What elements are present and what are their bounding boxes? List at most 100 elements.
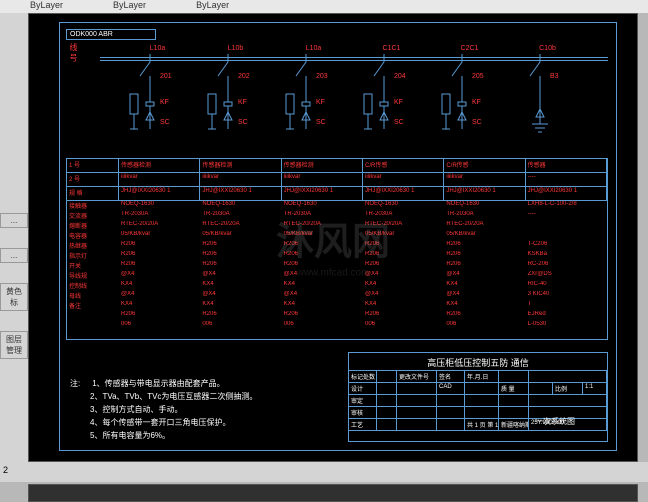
table-header-row: 规 格JHJ@IXXI20630 1JHJ@IXXI20630 1JHJ@IXX… [67,187,607,201]
circuit-top-label: L10a [276,45,351,52]
data-cell: RTEC-20/20A [282,221,363,231]
row-label: 开关 [67,261,119,271]
table-row: 交流器TR-2030ATR-2030ATR-2030ATR-2030ATR-20… [67,211,607,221]
data-cell: R206 [200,251,281,261]
circuit-top-label: L10a [120,45,195,52]
tb-cell [377,395,397,406]
data-cell: R206 [444,311,525,321]
header-cell: C/R传感 [363,159,444,172]
tb-cell: 质 量 [499,383,529,394]
tb-cell [397,407,437,418]
note-4: 4、每个传感带一套开口三角电压保护。 [90,418,230,427]
tb-cell [437,419,465,430]
data-cell: KX4 [200,301,281,311]
tb-cell [529,383,553,394]
data-cell: 3 KIC40 [526,291,607,301]
panel-item-1[interactable]: ... [0,213,28,228]
row-label: 导线规 [67,271,119,281]
data-cell: @X4 [444,271,525,281]
data-cell: R206 [119,241,200,251]
data-cell: @X4 [444,291,525,301]
tb-cell: 年.月.日 [465,371,499,382]
data-cell: TR-2030A [444,211,525,221]
svg-text:SC: SC [394,119,404,126]
data-cell: @X4 [119,291,200,301]
data-cell: 006 [444,321,525,331]
drawing-title: ODK000 ABR [66,29,156,40]
circuit-symbol: KFSC [120,54,190,149]
tb-cell: 签名 [437,371,465,382]
switch-label: B3 [550,73,559,80]
data-cell: KX4 [444,301,525,311]
data-cell: 05/KB/kvar [282,231,363,241]
data-cell: TR-2030A [363,211,444,221]
layer-combo-2[interactable]: ByLayer [113,0,146,13]
left-tool-panel: ... ... 黄色标 图层管理 [0,13,28,462]
data-cell: R206 [363,241,444,251]
data-cell: 006 [282,321,363,331]
data-cell: NOEQ-1630 [363,201,444,211]
data-cell: RTEC-20/20A [119,221,200,231]
drawing-notes: 注: 1、传感器与带电显示器由配套产品。 2、TVa、TVb、TVc为电压互感器… [70,377,330,442]
data-cell: EJRed [526,311,607,321]
note-2: 2、TVa、TVb、TVc为电压互感器二次侧抽测。 [90,392,257,401]
table-header-row: 2 号iiiikvariiiikvariiiikvariiiikvariiiik… [67,173,607,187]
row-label: 控制线 [67,281,119,291]
tb-cell [499,395,529,406]
panel-item-4[interactable]: 图层管理 [0,331,28,359]
tb-cell [465,395,499,406]
switch-label: 202 [238,73,250,80]
header-cell: JHJ@IXXI20630 1 [363,187,444,200]
data-cell [526,231,607,241]
tb-cell [499,407,529,418]
data-cell: @X4 [200,271,281,281]
circuit-top-label: C10b [510,45,585,52]
data-cell: R206 [282,261,363,271]
layer-combo-3[interactable]: ByLayer [196,0,229,13]
panel-item-3[interactable]: 黄色标 [0,283,28,311]
header-cell: ---- [526,173,607,186]
tb-cell: 标记处数 [349,371,377,382]
table-row: 开关R206R206R206R206R206RC-206 [67,261,607,271]
left-vertical-label: 线 号 [68,43,79,61]
data-cell: KSKBa [526,251,607,261]
tb-cell: 新疆喀纳斯 [499,419,529,430]
data-cell: R206 [119,311,200,321]
switch-label: 205 [472,73,484,80]
project-title: 高压柜低压控制五防 通信 [349,353,607,371]
tb-cell [465,407,499,418]
svg-text:SC: SC [238,119,248,126]
table-row: 导线规@X4@X4@X4@X4@X4ZXr@DS [67,271,607,281]
tb-cell: 比例 [553,383,583,394]
data-cell: TR-2030A [282,211,363,221]
data-cell: RTEC-20/20A [363,221,444,231]
note-1: 1、传感器与带电显示器由配套产品。 [92,379,224,388]
table-header-row: 1 号传感器检测传感器检测传感器检测C/R传感C/R传感传感器 [67,159,607,173]
cad-canvas[interactable]: ODK000 ABR 线 号 L10a KFSC 201L10b KFSC 20… [28,13,638,462]
table-row: R206R206R206R206R206EJRed [67,311,607,321]
row-label: 指示灯 [67,251,119,261]
coord-readout: 2 [3,465,8,475]
row-label: 接触器 [67,201,119,211]
svg-text:SC: SC [472,119,482,126]
titleblock-row: 设计CAD质 量比例1:1一次系统图 [349,383,607,395]
data-cell: @X4 [363,271,444,281]
row-label: 母线 [67,291,119,301]
header-cell: 传感器检测 [282,159,363,172]
data-cell: KX4 [119,281,200,291]
data-cell: KX4 [444,281,525,291]
tb-cell: 审定 [349,395,377,406]
drawing-frame: ODK000 ABR 线 号 L10a KFSC 201L10b KFSC 20… [59,22,617,451]
panel-item-2[interactable]: ... [0,248,28,263]
data-cell: NOEQ-1630 [444,201,525,211]
data-cell: @X4 [363,291,444,301]
header-cell: iiiikvar [282,173,363,186]
data-cell: R206 [282,241,363,251]
tb-cell [437,395,465,406]
header-cell: 传感器检测 [200,159,281,172]
switch-label: 204 [394,73,406,80]
layer-combo-1[interactable]: ByLayer [30,0,63,13]
horizontal-scrollbar[interactable] [28,484,638,502]
svg-text:KF: KF [316,99,325,106]
tb-cell [377,371,397,382]
